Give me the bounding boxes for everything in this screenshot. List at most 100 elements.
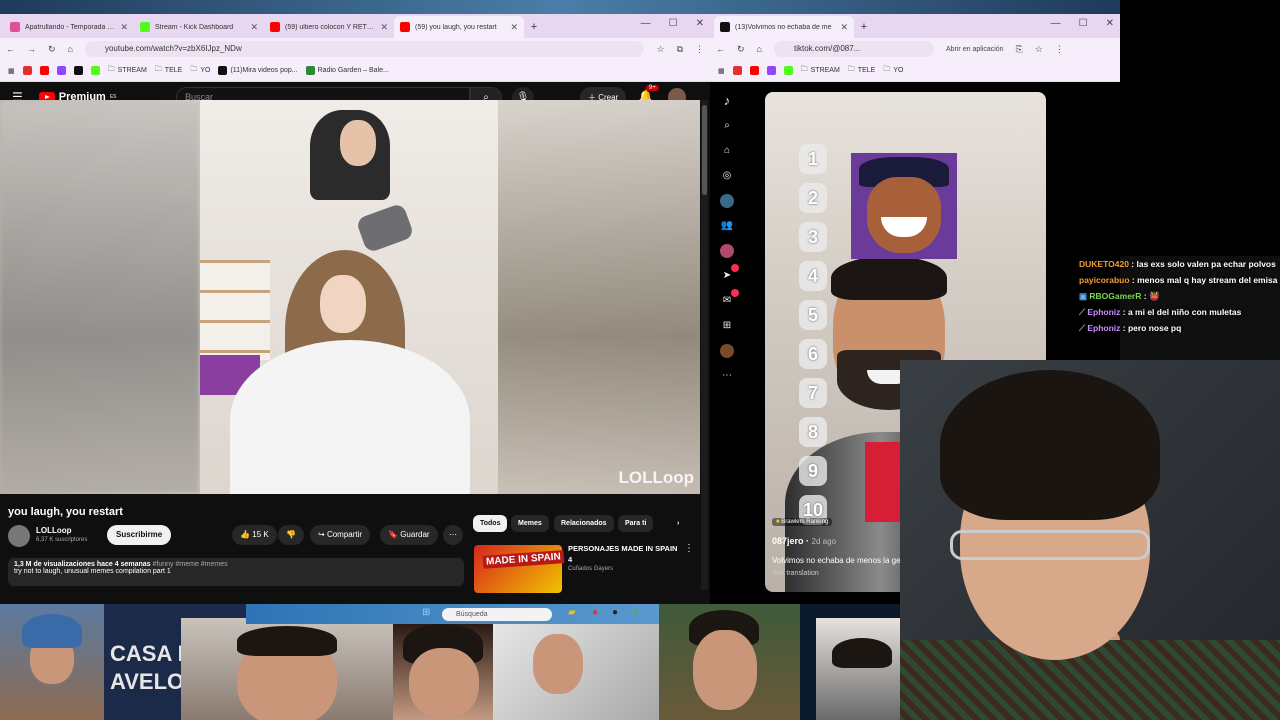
menu-icon[interactable]: ⋮ — [695, 44, 704, 55]
bookmark-icon[interactable] — [766, 66, 776, 75]
chip-para-ti[interactable]: Para ti — [618, 515, 654, 532]
maximize-icon[interactable]: ☐ — [669, 18, 678, 29]
forward-icon[interactable]: → — [27, 44, 36, 54]
open-app-button[interactable]: Abrir en aplicación — [946, 46, 1004, 53]
views-line: 1,3 M de visualizaciones hace 4 semanas — [14, 561, 151, 568]
extensions-icon[interactable]: ⧉ — [677, 44, 683, 55]
file-explorer-icon[interactable]: ▰ — [568, 607, 576, 618]
apps-icon[interactable]: ▦ — [8, 67, 15, 75]
bookmark-folder[interactable]: 🗀 TELE — [848, 65, 876, 76]
close-icon[interactable]: ✕ — [840, 22, 848, 33]
chip-relacionados[interactable]: Relacionados — [554, 515, 614, 532]
friends-icon[interactable]: 👥 — [720, 219, 734, 233]
dislike-button[interactable]: 👎 — [278, 525, 304, 545]
bookmark-folder[interactable]: 🗀 STREAM — [801, 65, 840, 76]
home-icon[interactable]: ⌂ — [68, 44, 73, 54]
save-button[interactable]: 🔖 Guardar — [380, 525, 438, 545]
bookmark-icon[interactable] — [73, 66, 83, 75]
channel-name[interactable]: LOLLoop — [36, 526, 72, 535]
close-icon[interactable]: ✕ — [510, 22, 518, 33]
tab-3[interactable]: (59) you laugh, you restart ✕ — [394, 16, 524, 38]
steam-icon[interactable]: ● — [612, 607, 618, 618]
window-controls: — ☐ ✕ — [1051, 18, 1114, 29]
tab-1[interactable]: Stream - Kick Dashboard ✕ — [134, 16, 264, 38]
bookmark-icon[interactable] — [39, 66, 49, 75]
reload-icon[interactable]: ↻ — [737, 44, 745, 55]
bookmark-icon[interactable] — [749, 66, 759, 75]
home-icon[interactable]: ⌂ — [720, 144, 734, 158]
hashtags[interactable]: #funny #meme #memes — [153, 561, 228, 568]
tab-2[interactable]: (59) ultiero colocon Y RETO 10 ✕ — [264, 16, 394, 38]
back-icon[interactable]: ← — [6, 44, 15, 54]
subscribe-button[interactable]: Suscribirme — [107, 525, 172, 545]
reload-icon[interactable]: ↻ — [48, 44, 56, 55]
bookmark-link[interactable]: (11)Mira videos pop... — [218, 66, 298, 75]
address-bar-row: ← → ↻ ⌂ youtube.com/watch?v=zbX6IJpz_NDw… — [0, 38, 710, 60]
search-icon[interactable]: ⌕ — [720, 119, 734, 133]
windows-start-icon[interactable]: ⊞ — [422, 607, 430, 618]
more-vert-icon[interactable]: ⋮ — [684, 543, 694, 554]
recommendation-title[interactable]: PERSONAJES MADE IN SPAIN 4 — [568, 543, 678, 565]
tab-0[interactable]: Apatrullando - Temporada 2 - Ep ✕ — [4, 16, 134, 38]
bookmark-folder[interactable]: 🗀 YO — [190, 65, 210, 76]
chrome-icon[interactable]: ● — [632, 607, 638, 618]
like-button[interactable]: 👍 15 K — [232, 525, 277, 545]
url-field[interactable]: tiktok.com/@087... — [773, 41, 934, 57]
new-tab-button[interactable]: + — [854, 16, 874, 38]
share-button[interactable]: ↪ Compartir — [310, 525, 371, 545]
tiktok-username[interactable]: 087jero · 2d ago — [772, 536, 836, 546]
bookmark-link[interactable]: Radio Garden – Bale... — [305, 66, 389, 75]
minimize-icon[interactable]: — — [641, 18, 651, 29]
see-translation-link[interactable]: See translation — [772, 570, 819, 577]
profile-avatar-icon[interactable] — [720, 344, 734, 358]
bookmark-folder[interactable]: 🗀 TELE — [155, 65, 183, 76]
bookmark-folder[interactable]: 🗀 YO — [883, 65, 903, 76]
bookmark-icon[interactable] — [732, 66, 742, 75]
bookmark-icon[interactable] — [56, 66, 66, 75]
channel-avatar[interactable] — [8, 525, 30, 547]
close-window-icon[interactable]: ✕ — [696, 18, 704, 29]
rank-number: 6 — [799, 339, 827, 369]
chip-todos[interactable]: Todos — [473, 515, 508, 532]
translate-icon[interactable]: ⎘ — [1016, 44, 1023, 55]
chevron-right-icon[interactable]: › — [670, 515, 686, 532]
ranking-badge[interactable]: ■ Brawlers Ranking — [772, 518, 833, 526]
guest-face — [693, 630, 757, 710]
app-icon[interactable]: ● — [592, 607, 598, 618]
tab-tiktok[interactable]: (13)Volvimos no echaba de me ✕ — [714, 16, 854, 38]
home-icon[interactable]: ⌂ — [757, 44, 762, 54]
bookmark-icon[interactable] — [90, 66, 100, 75]
scrollbar-thumb[interactable] — [702, 105, 707, 195]
star-icon[interactable]: ☆ — [656, 44, 664, 55]
description-box[interactable]: 1,3 M de visualizaciones hace 4 semanas … — [8, 558, 464, 586]
following-avatar-icon[interactable] — [720, 194, 734, 208]
taskbar-search-input[interactable]: Búsqueda — [442, 608, 552, 621]
chip-memes[interactable]: Memes — [511, 515, 549, 532]
close-icon[interactable]: ✕ — [250, 22, 258, 33]
more-icon[interactable]: ⋯ — [720, 369, 734, 383]
close-icon[interactable]: ✕ — [120, 22, 128, 33]
messages-icon[interactable]: ✉ — [720, 289, 739, 308]
minimize-icon[interactable]: — — [1051, 18, 1061, 29]
bookmark-icon[interactable] — [783, 66, 793, 75]
explore-icon[interactable]: ◎ — [720, 169, 734, 183]
star-icon[interactable]: ☆ — [1035, 44, 1043, 55]
more-button[interactable]: ⋯ — [443, 525, 463, 545]
bookmark-folder[interactable]: 🗀 STREAM — [108, 65, 147, 76]
recommendation-channel[interactable]: Cuñados Gayers — [568, 566, 613, 572]
apps-icon[interactable]: ▦ — [718, 67, 725, 75]
video-watermark: LOLLoop — [618, 468, 694, 487]
tiktok-logo-icon[interactable]: ♪ — [720, 94, 734, 108]
bookmark-icon[interactable] — [22, 66, 32, 75]
upload-icon[interactable]: ⊞ — [720, 319, 734, 333]
close-window-icon[interactable]: ✕ — [1106, 18, 1114, 29]
menu-icon[interactable]: ⋮ — [1055, 44, 1064, 55]
video-player[interactable]: LOLLoop — [0, 100, 700, 494]
maximize-icon[interactable]: ☐ — [1079, 18, 1088, 29]
inbox-icon[interactable]: ➤ — [720, 264, 739, 283]
back-icon[interactable]: ← — [716, 44, 725, 54]
new-tab-button[interactable]: + — [524, 16, 544, 38]
close-icon[interactable]: ✕ — [380, 22, 388, 33]
url-field[interactable]: youtube.com/watch?v=zbX6IJpz_NDw — [84, 41, 645, 57]
live-avatar-icon[interactable] — [720, 244, 734, 258]
